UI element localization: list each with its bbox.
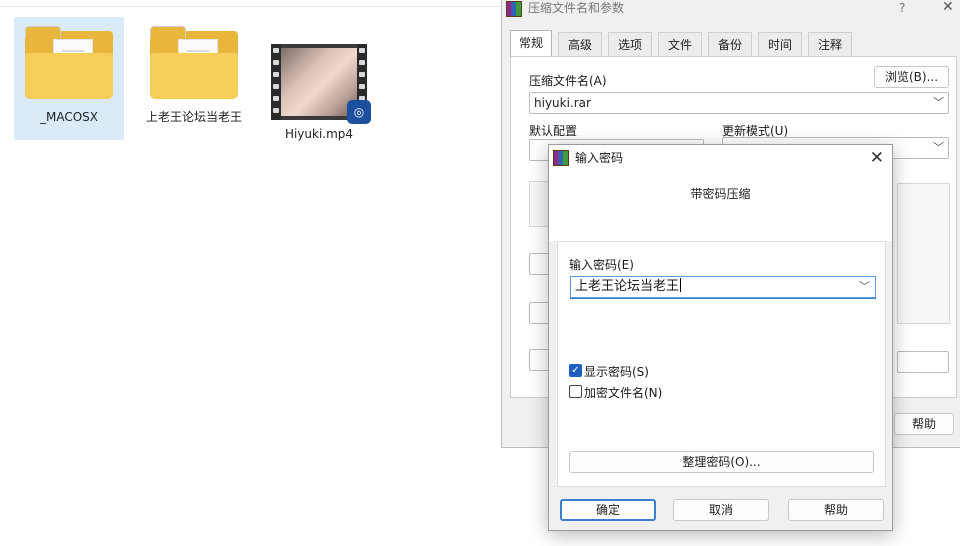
dialog-title: 压缩文件名和参数	[528, 1, 625, 15]
video-thumbnail	[281, 48, 357, 116]
folder-icon	[25, 26, 113, 99]
tab-time[interactable]: 时间	[758, 32, 802, 56]
tab-general[interactable]: 常规	[510, 30, 552, 57]
divider	[0, 6, 505, 7]
browse-button[interactable]: 浏览(B)...	[874, 66, 949, 88]
file-name: Hiyuki.mp4	[284, 127, 354, 141]
title-bar: 输入密码 ✕	[549, 145, 892, 171]
help-button[interactable]: 帮助	[788, 499, 884, 521]
encrypt-names-label[interactable]: 加密文件名(N)	[584, 384, 662, 401]
cancel-button[interactable]: 取消	[673, 499, 769, 521]
password-label: 输入密码(E)	[569, 258, 634, 272]
tab-comment[interactable]: 注释	[808, 32, 852, 56]
password-value: 上老王论坛当老王	[575, 279, 680, 294]
winrar-icon	[553, 150, 569, 166]
organize-passwords-button[interactable]: 整理密码(O)...	[569, 451, 874, 473]
password-input[interactable]: 上老王论坛当老王 ﹀	[570, 276, 876, 298]
close-icon[interactable]: ✕	[870, 147, 884, 169]
close-icon[interactable]: ✕	[942, 0, 954, 15]
winrar-icon	[506, 1, 522, 17]
default-profile-label: 默认配置	[529, 124, 578, 138]
archive-name-label: 压缩文件名(A)	[529, 74, 607, 88]
folder-icon	[150, 26, 238, 99]
chevron-down-icon: ﹀	[933, 96, 944, 109]
header-text: 带密码压缩	[690, 187, 751, 201]
ok-button[interactable]: 确定	[560, 499, 656, 521]
folder-item-laowang[interactable]: 上老王论坛当老王	[139, 17, 249, 157]
player-badge-icon: ◎	[347, 100, 371, 124]
title-bar: 压缩文件名和参数 ? ✕	[502, 0, 960, 24]
show-password-label[interactable]: 显示密码(S)	[584, 363, 649, 380]
password-dialog: 输入密码 ✕ 带密码压缩 输入密码(E) 上老王论坛当老王 ﹀ ✓ 显示密码(S…	[548, 144, 893, 531]
video-item-hiyuki[interactable]: ◎ Hiyuki.mp4	[264, 40, 374, 141]
text-caret	[680, 278, 682, 292]
password-button-partial[interactable]	[897, 351, 949, 373]
archive-name-combo[interactable]: hiyuki.rar ﹀	[529, 92, 949, 114]
tab-backup[interactable]: 备份	[708, 32, 752, 56]
video-file-icon: ◎	[271, 44, 371, 124]
tab-files[interactable]: 文件	[658, 32, 702, 56]
show-password-checkbox[interactable]: ✓	[569, 364, 582, 377]
chevron-down-icon[interactable]: ﹀	[859, 277, 870, 297]
tab-advanced[interactable]: 高级	[558, 32, 602, 56]
encrypt-names-checkbox[interactable]	[569, 385, 582, 398]
file-name: _MACOSX	[39, 110, 98, 124]
chevron-down-icon: ﹀	[933, 141, 944, 154]
archive-options-group	[897, 183, 950, 324]
folder-item-macosx[interactable]: _MACOSX	[14, 17, 124, 140]
dialog-title: 输入密码	[575, 151, 624, 165]
help-icon[interactable]: ?	[899, 0, 905, 16]
password-panel: 输入密码(E) 上老王论坛当老王 ﹀ ✓ 显示密码(S) 加密文件名(N) 整理…	[557, 241, 886, 487]
dialog-header: 带密码压缩	[549, 171, 892, 241]
help-button[interactable]: 帮助	[894, 413, 954, 435]
checkmark-icon: ✓	[571, 365, 580, 376]
tab-options[interactable]: 选项	[608, 32, 652, 56]
archive-name-value: hiyuki.rar	[534, 96, 591, 110]
file-name: 上老王论坛当老王	[145, 110, 242, 124]
